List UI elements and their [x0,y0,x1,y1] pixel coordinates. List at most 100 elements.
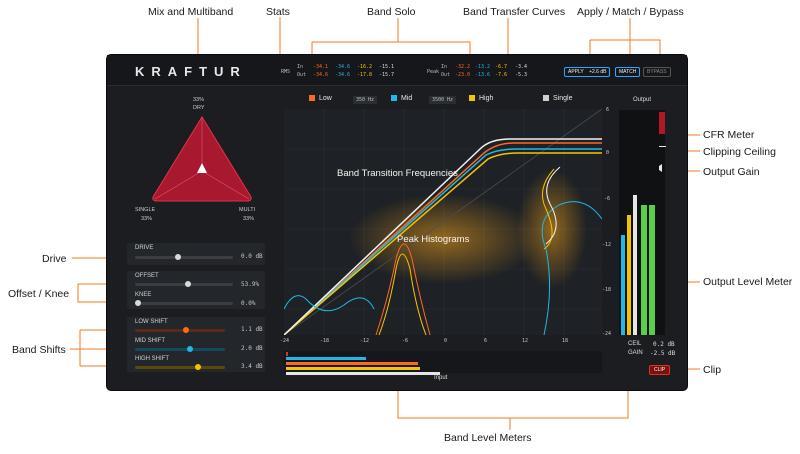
high-color-swatch [469,95,475,101]
stats-panel: RMS In Out -34.1 -34.6 -16.2 -15.1 -34.6… [275,61,547,81]
y-tick-1: 0 [606,150,610,156]
callout-apply-match-bypass: Apply / Match / Bypass [577,6,684,18]
y-tick-4: -18 [602,287,612,293]
single-color-swatch [543,95,549,101]
output-label: Output [633,97,652,103]
rms-out-label: Out [297,72,307,78]
callout-band-transfer-curves: Band Transfer Curves [463,6,566,18]
y-tick-0: 6 [606,107,610,113]
mix-triangle[interactable] [147,113,257,205]
low-color-swatch [309,95,315,101]
x-tick-5: 6 [484,338,488,344]
drive-label: DRIVE [135,245,154,251]
peak-histograms-callout: Peak Histograms [397,234,470,245]
low-shift-slider[interactable] [135,327,225,333]
mix-top-label: DRY [193,105,205,111]
offset-slider[interactable] [135,281,233,287]
mid-high-freq[interactable]: 3500 Hz [429,96,457,104]
knee-label: KNEE [135,292,152,298]
callout-band-shifts: Band Shifts [12,344,66,356]
callout-band-level-meters: Band Level Meters [444,432,532,444]
mix-top-value: 33% [193,97,205,103]
band-transition-frequencies-callout: Band Transition Frequencies [337,168,458,179]
x-tick-3: -6 [402,338,409,344]
peak-in-low: -32.2 [455,64,471,70]
knee-slider[interactable] [135,300,233,306]
x-tick-2: -12 [360,338,370,344]
offset-knob[interactable] [185,281,191,287]
x-tick-6: 12 [522,338,529,344]
callout-offset-knee: Offset / Knee [8,288,70,300]
knee-value: 0.0% [241,300,256,307]
offset-label: OFFSET [135,273,159,279]
x-tick-1: -18 [320,338,330,344]
logo: KRAFTUR [135,64,247,79]
rms-out-mid: -34.6 [335,72,351,78]
input-label: Input [434,375,448,381]
callout-band-solo: Band Solo [367,6,416,18]
x-tick-7: 18 [562,338,569,344]
bypass-button[interactable]: BYPASS [643,67,671,77]
rms-out-all: -15.7 [379,72,395,78]
mix-single-label: SINGLE [135,207,156,213]
band-single-label: Single [553,95,573,102]
peak-out-high: -7.6 [495,72,508,78]
high-shift-value: 3.4 dB [241,363,263,370]
ceil-value: 0.2 dB [653,341,675,348]
peak-out-all: -5.3 [515,72,528,78]
callout-output-gain: Output Gain [703,166,760,178]
offset-value: 53.9% [241,281,260,288]
high-shift-knob[interactable] [195,364,201,370]
y-tick-3: -12 [602,242,612,248]
rms-in-mid: -34.6 [335,64,351,70]
transfer-graph[interactable] [284,109,602,335]
low-shift-knob[interactable] [183,327,189,333]
rms-in-all: -15.1 [379,64,395,70]
output-meter-bar-5 [649,205,655,335]
peak-label: Peak [427,69,440,75]
peak-out-mid: -13.6 [475,72,491,78]
peak-in-mid: -13.2 [475,64,491,70]
peak-out-low: -23.0 [455,72,471,78]
clip-button[interactable]: CLIP [649,365,671,375]
band-low-label: Low [319,95,332,102]
mix-multi-label: MULTI [239,207,256,213]
rms-in-low: -34.1 [313,64,329,70]
drive-slider[interactable] [135,254,233,260]
peak-out-label: Out [441,72,451,78]
band-solo-low[interactable]: Low [309,95,332,102]
match-button[interactable]: MATCH [615,67,641,77]
band-solo-single[interactable]: Single [543,95,572,102]
drive-value: 0.0 dB [241,253,263,260]
apply-value: +2.6 dB [589,69,607,75]
apply-button[interactable]: APPLY +2.6 dB [564,67,611,77]
x-tick-0: -24 [280,338,290,344]
callout-clip: Clip [703,364,722,376]
mid-shift-knob[interactable] [187,346,193,352]
gain-label: GAIN [628,350,643,356]
peak-in-all: -3.4 [515,64,528,70]
rms-in-label: In [297,64,304,70]
ceil-label: CEIL [628,341,642,347]
rms-out-low: -34.6 [313,72,329,78]
high-shift-slider[interactable] [135,364,225,370]
drive-knob[interactable] [175,254,181,260]
callout-drive: Drive [42,253,67,265]
gain-value: -2.5 dB [650,350,676,357]
kraftur-plugin-window: KRAFTUR RMS In Out -34.1 -34.6 -16.2 -15… [107,55,687,390]
output-meter-bar-1 [621,235,625,335]
low-mid-freq[interactable]: 350 Hz [353,96,378,104]
mid-color-swatch [391,95,397,101]
output-meter-bar-2 [627,215,631,335]
low-shift-value: 1.1 dB [241,326,263,333]
band-solo-mid[interactable]: Mid [391,95,412,102]
meter-input [286,372,440,375]
x-tick-4: 0 [444,338,448,344]
low-shift-label: LOW SHIFT [135,319,168,325]
output-meter-bar-3 [633,195,637,335]
output-meter-bar-4 [641,205,647,335]
band-solo-high[interactable]: High [469,95,493,102]
knee-knob[interactable] [135,300,141,306]
callout-output-level-meter: Output Level Meter [703,276,793,288]
mid-shift-slider[interactable] [135,346,225,352]
